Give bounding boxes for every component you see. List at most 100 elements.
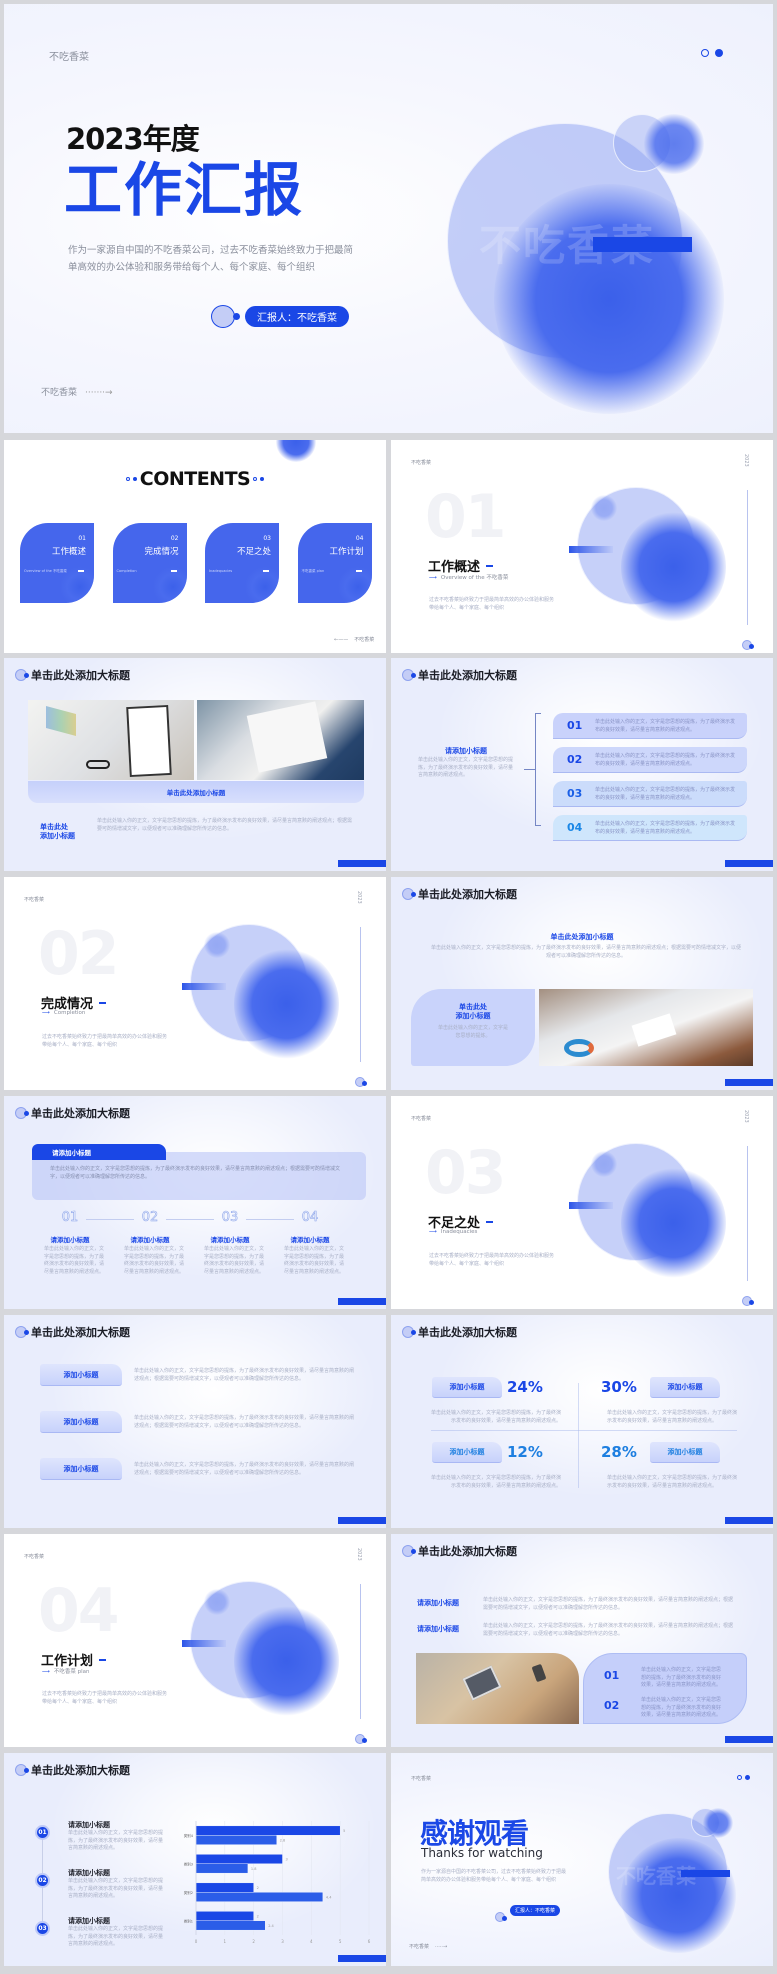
logo-icon	[742, 635, 754, 653]
contents-card-4[interactable]: 04 工作计划 不吃香菜 plan	[297, 523, 372, 603]
footer-brand: 不吃香菜 ·······→	[41, 385, 113, 398]
reporter-dot-icon	[233, 313, 240, 320]
contents-card-2[interactable]: 02 完成情况 Completion	[112, 523, 187, 603]
slide-title[interactable]: 单击此处添加大标题	[418, 886, 517, 902]
step-title: 请添加小标题	[68, 1917, 110, 1925]
slide-header: 单击此处添加大标题	[15, 1762, 130, 1778]
percent-body: 单击此处输入你的正文，文字是您思想的提炼，为了最终演示发布的良好效果，请尽量言简…	[431, 1410, 562, 1424]
list-item[interactable]: 04 单击此处输入你的正文，文字是您思想的提炼，为了最终演示发布的良好效果，请尽…	[553, 815, 747, 841]
slide-title[interactable]: 单击此处添加大标题	[418, 667, 517, 683]
list-number: 01	[567, 719, 583, 732]
percent-value: 30%	[601, 1378, 637, 1396]
brand-label: 不吃香菜	[411, 1776, 432, 1782]
section-subtitle: ⟶ Completion	[42, 1010, 85, 1016]
photo-slide[interactable]: 单击此处添加大标题 单击此处添加小标题 单击此处 添加小标题 单击此处输入你的正…	[4, 658, 386, 871]
body-text: 单击此处输入你的正文，文字是您思想的提炼，为了最终演示发布的良好效果，请尽量言简…	[97, 818, 353, 832]
arrow-left-icon: ←——	[334, 636, 349, 643]
percent-body: 单击此处输入你的正文，文字是您思想的提炼，为了最终演示发布的良好效果，请尽量言简…	[607, 1410, 738, 1424]
list-item[interactable]: 01 单击此处输入你的正文，文字是您思想的提炼，为了最终演示发布的良好效果，请尽…	[553, 713, 747, 739]
corner-bar	[725, 1517, 773, 1524]
slide-title[interactable]: 单击此处添加大标题	[31, 1762, 130, 1778]
step-title: 请添加小标题	[50, 1236, 90, 1244]
labels-slide[interactable]: 单击此处添加大标题 添加小标题 单击此处输入你的正文，文字是您思想的提炼，为了最…	[4, 1315, 386, 1528]
glow-blob	[621, 1168, 726, 1278]
thanks-slide[interactable]: 不吃香菜 不吃香菜 感谢观看 Thanks for watching 作为一家源…	[391, 1753, 773, 1966]
card-number: 04	[355, 535, 364, 542]
category-label: 类别3	[184, 1861, 193, 1866]
step-body: 单击此处输入你的正文，文字是您思想的提炼，为了最终演示发布的良好效果，请尽量言简…	[68, 1878, 164, 1899]
step-number: 04	[301, 1210, 319, 1226]
category-label: 类别4	[184, 1833, 194, 1838]
data-label: 3	[286, 1857, 288, 1861]
leaf-caption: 单击此处输入你的正文，文字是您思想的提炼。	[437, 1025, 508, 1039]
dash-icon	[486, 1220, 494, 1223]
timeline-slide[interactable]: 单击此处添加大标题 请添加小标题 单击此处输入你的正文，文字是您思想的提炼，为了…	[4, 1096, 386, 1309]
section-number: 04	[38, 1576, 119, 1646]
logo-icon	[15, 669, 29, 681]
dot-icon	[260, 477, 265, 481]
main-title: 工作汇报	[64, 156, 305, 224]
step-badge: 03	[35, 1921, 50, 1936]
step-number: 01	[61, 1210, 79, 1226]
contents-card-3[interactable]: 03 不足之处 Inadequacies	[205, 523, 279, 603]
contents-slide[interactable]: CONTENTS 01 工作概述 Overview of the 不吃香菜 02…	[4, 440, 386, 653]
card-number: 03	[263, 535, 271, 542]
bar-2-类别1	[195, 1920, 266, 1931]
vertical-divider	[360, 927, 361, 1062]
section-03-slide[interactable]: 不吃香菜 03 不足之处 ⟶ Inadequacies 过去不吃香菜始终致力于把最…	[391, 1096, 773, 1309]
photo-band-subtitle: 单击此处添加小标题	[28, 781, 364, 803]
brand-label: 不吃香菜	[24, 1554, 45, 1560]
list-item[interactable]: 03 单击此处输入你的正文，文字是您思想的提炼，为了最终演示发布的良好效果，请尽…	[553, 781, 747, 807]
label-body: 单击此处输入你的正文，文字是您思想的提炼，为了最终演示发布的良好效果，请尽量言简…	[134, 1415, 355, 1429]
logo-icon	[355, 1729, 367, 1747]
footer-brand-text: 不吃香菜	[409, 1944, 430, 1950]
vertical-divider	[747, 490, 748, 625]
image-text-slide[interactable]: 单击此处添加大标题 单击此处添加小标题 单击此处输入你的正文，文字是您思想的提炼…	[391, 877, 773, 1090]
brand-label: 不吃香菜	[49, 52, 89, 63]
slide-title[interactable]: 单击此处添加大标题	[418, 1324, 517, 1340]
phone	[531, 1663, 547, 1683]
list-slide[interactable]: 单击此处添加大标题 请添加小标题 单击此处输入你的正文，文字是您思想的提炼，为了…	[391, 658, 773, 871]
back-link[interactable]: ←—— 不吃香菜	[334, 636, 374, 644]
year-label: 2023	[356, 1548, 362, 1561]
percent-slide[interactable]: 单击此处添加大标题 添加小标题 24% 单击此处输入你的正文，文字是您思想的提炼…	[391, 1315, 773, 1528]
brand-label: 不吃香菜	[411, 1116, 432, 1122]
slide-header: 单击此处添加大标题	[402, 1543, 517, 1559]
slide-title[interactable]: 单击此处添加大标题	[418, 1543, 517, 1559]
glow-blob	[621, 512, 726, 622]
section-number: 02	[38, 919, 119, 989]
label-body: 单击此处输入你的正文，文字是您思想的提炼，为了最终演示发布的良好效果，请尽量言简…	[134, 1462, 355, 1476]
x-tick-label: 2	[252, 1939, 255, 1944]
cover-slide[interactable]: 不吃香菜 2023年度 工作汇报 作为一家源自中国的不吃香菜公司，过去不吃香菜始…	[4, 4, 773, 433]
bar-1-类别3	[195, 1854, 283, 1864]
gradient-bar	[182, 983, 226, 990]
logo-icon	[402, 888, 416, 900]
x-tick-label: 0	[195, 1939, 198, 1944]
list-subtitle: 请添加小标题	[445, 747, 487, 755]
list-body: 单击此处输入你的正文，文字是您思想的提炼，为了最终演示发布的良好效果，请尽量言简…	[595, 753, 736, 767]
brand-label: 不吃香菜	[24, 897, 45, 903]
card-en: Completion	[116, 569, 137, 573]
step-body: 单击此处输入你的正文，文字是您思想的提炼，为了最终演示发布的良好效果，请尽量言简…	[44, 1246, 105, 1275]
x-tick-label: 1	[224, 1939, 227, 1944]
percent-value: 28%	[601, 1443, 637, 1461]
rows-slide[interactable]: 单击此处添加大标题 请添加小标题 单击此处输入你的正文，文字是您思想的提炼，为了…	[391, 1534, 773, 1747]
slide-title[interactable]: 单击此处添加大标题	[31, 1324, 130, 1340]
data-label: 5	[343, 1829, 345, 1833]
list-body: 单击此处输入你的正文，文字是您思想的提炼，为了最终演示发布的良好效果，请尽量言简…	[595, 787, 736, 801]
chart-slide[interactable]: 单击此处添加大标题 0 1 请添加小标题 单击此处输入你的正文，文字是您思想的提炼…	[4, 1753, 386, 1966]
section-01-slide[interactable]: 不吃香菜 01 工作概述 ⟶ Overview of the 不吃香菜 过去不吃香…	[391, 440, 773, 653]
contents-card-1[interactable]: 01 工作概述 Overview of the 不吃香菜	[20, 523, 94, 603]
arrow-right-icon: ⟶	[42, 1669, 50, 1675]
slide-title[interactable]: 单击此处添加大标题	[31, 667, 130, 683]
body-text: 单击此处输入你的正文，文字是您思想的提炼，为了最终演示发布的良好效果，请尽量言简…	[431, 945, 742, 959]
intro-body: 单击此处输入你的正文，文字是您思想的提炼，为了最终演示发布的良好效果，请尽量言简…	[50, 1166, 341, 1180]
section-02-slide[interactable]: 不吃香菜 02 完成情况 ⟶ Completion 过去不吃香菜始终致力于把最简单…	[4, 877, 386, 1090]
data-label: 4.4	[326, 1895, 332, 1899]
list-item[interactable]: 02 单击此处输入你的正文，文字是您思想的提炼，为了最终演示发布的良好效果，请尽…	[553, 747, 747, 773]
slide-title[interactable]: 单击此处添加大标题	[31, 1105, 130, 1121]
bracket-stem	[524, 769, 535, 770]
small-glow-blob	[703, 1808, 733, 1838]
section-04-slide[interactable]: 不吃香菜 04 工作计划 ⟶ 不吃香菜 plan 过去不吃香菜始终致力于把最简单高…	[4, 1534, 386, 1747]
card-label: 完成情况	[144, 547, 179, 557]
